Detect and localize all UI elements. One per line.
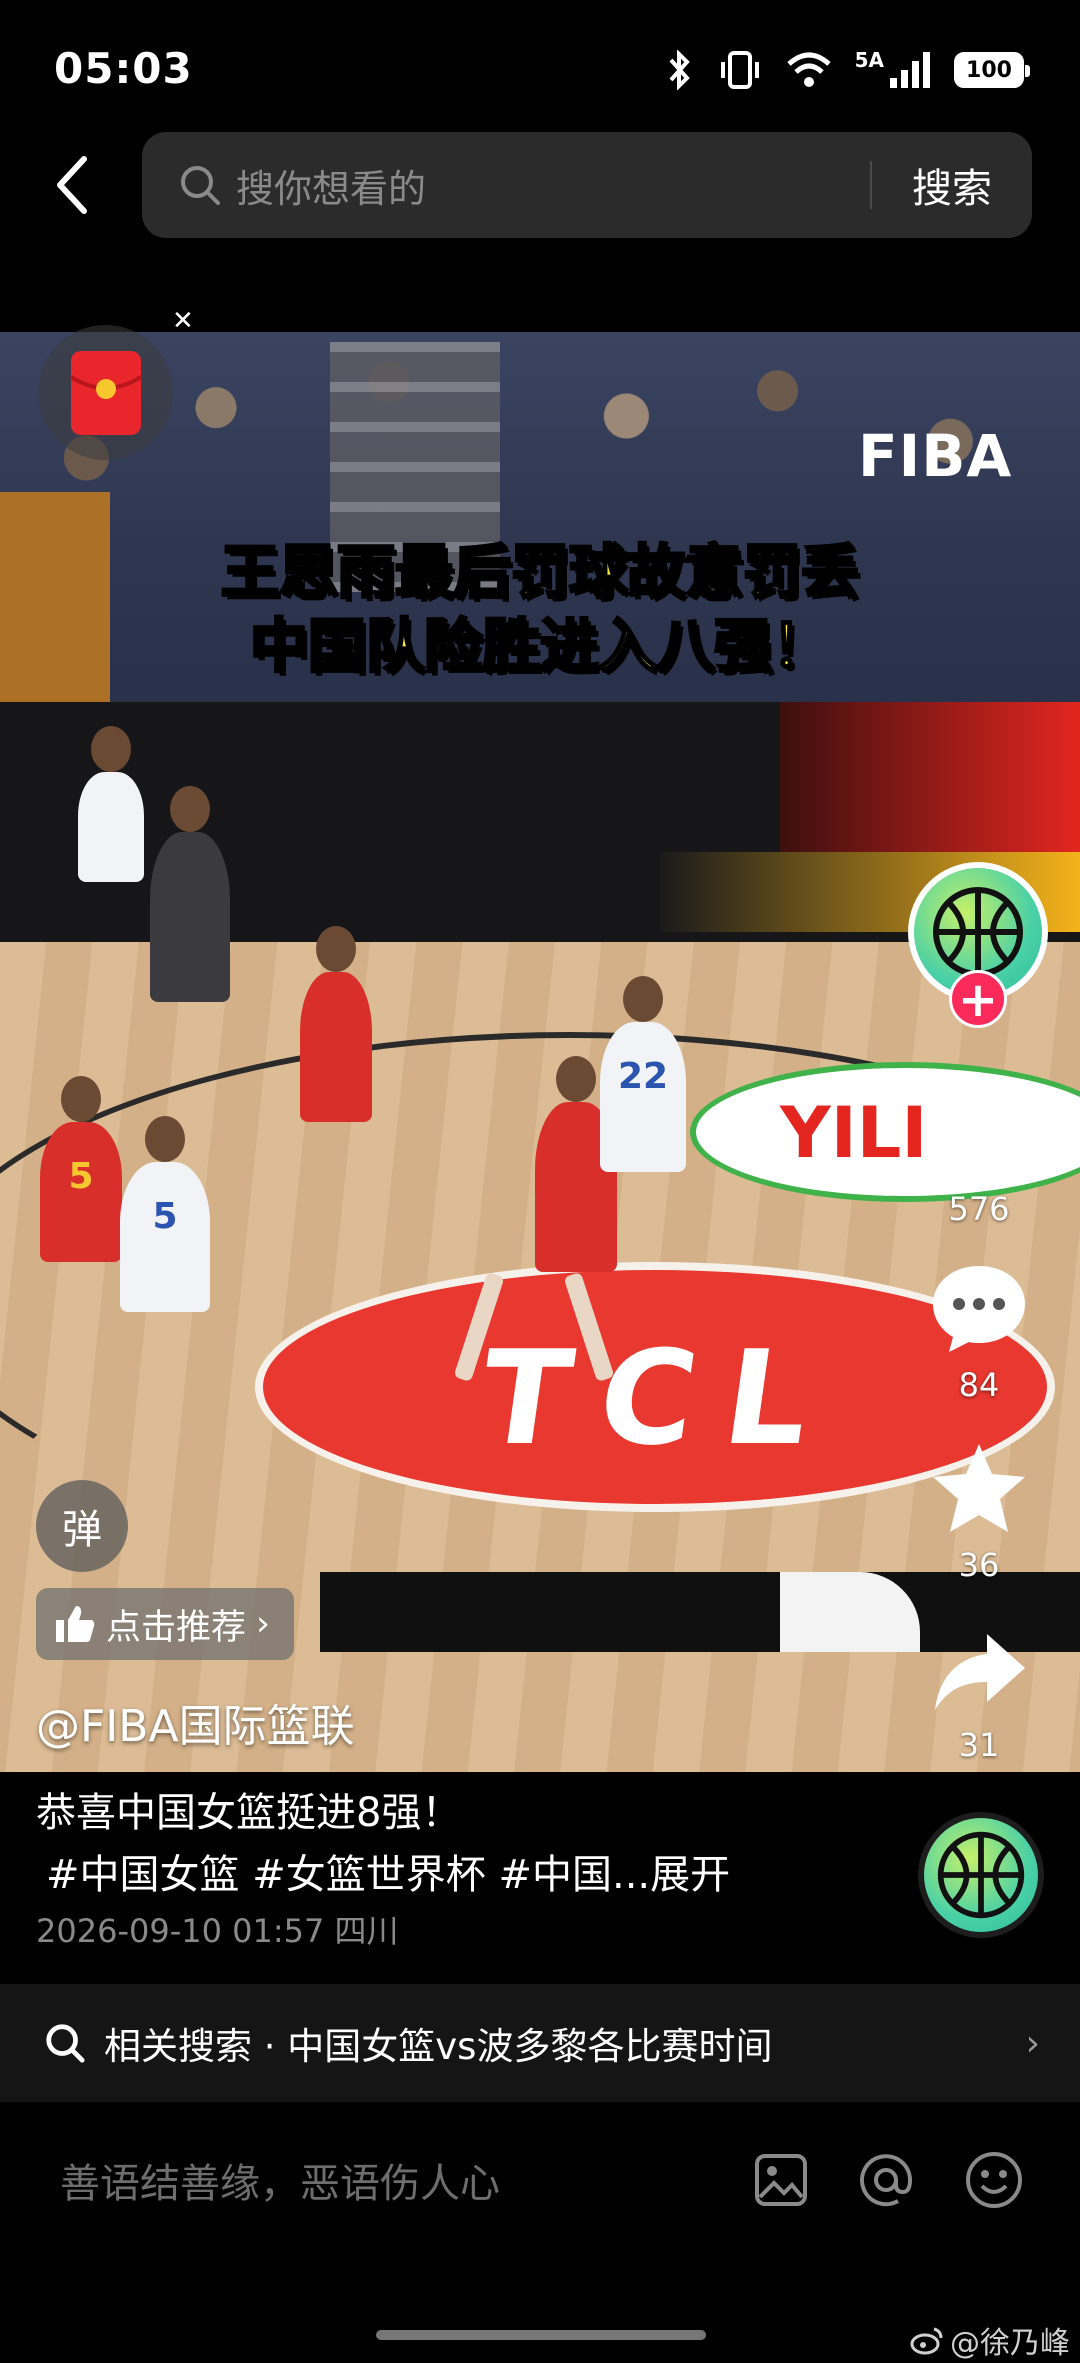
like-count: 576	[948, 1190, 1010, 1228]
player-white-22: 22	[600, 976, 686, 1172]
share-count: 31	[958, 1726, 1000, 1764]
related-search-text[interactable]: 相关搜索 · 中国女篮vs波多黎各比赛时间	[104, 2016, 1026, 2070]
headline-line-1: 王思雨最后罚球故意罚丢	[219, 537, 860, 608]
jersey-number: 22	[617, 1056, 669, 1097]
music-disc[interactable]	[918, 1812, 1044, 1938]
post-tags[interactable]: #中国女篮 #女篮世界杯 #中国...展开	[46, 1842, 730, 1900]
status-bar: 05:03 5A 100	[0, 0, 1080, 130]
red-packet-icon	[69, 350, 142, 435]
center-circle-logo: TCL	[470, 1322, 850, 1474]
player-white-bench	[78, 726, 144, 882]
signal-icon	[890, 52, 930, 88]
post-meta: 2026-09-10 01:57 四川	[36, 1912, 399, 1950]
comment-tools	[754, 2150, 1024, 2210]
red-packet-button[interactable]	[38, 325, 173, 460]
search-icon	[46, 2024, 85, 2063]
fiba-watermark: FIBA	[858, 422, 1013, 490]
search-bar[interactable]: 搜你想看的 搜索	[142, 132, 1032, 238]
post-title: 恭喜中国女篮挺进8强！	[36, 1790, 462, 1836]
image-icon[interactable]	[754, 2153, 808, 2207]
battery-icon: 100	[954, 52, 1030, 88]
comment-button[interactable]: 84	[912, 1260, 1046, 1404]
bottom-ad-white	[780, 1572, 920, 1652]
recommend-label: 点击推荐	[106, 1607, 247, 1648]
comment-input[interactable]: 善语结善缘，恶语伤人心	[60, 2151, 754, 2209]
danmaku-toggle-button[interactable]: 弹	[36, 1480, 128, 1572]
share-icon	[935, 1634, 1025, 1710]
search-input[interactable]: 搜你想看的	[236, 158, 870, 213]
bluetooth-icon	[669, 50, 690, 90]
share-button[interactable]: 31	[912, 1630, 1046, 1764]
recommend-button[interactable]: 点击推荐 ›	[36, 1588, 295, 1660]
at-icon[interactable]	[856, 2150, 916, 2210]
chevron-right-icon: ›	[1025, 2022, 1040, 2064]
status-time: 05:03	[54, 44, 193, 93]
player-white-5: 5	[120, 1116, 210, 1312]
vibrate-icon	[720, 51, 759, 89]
red-packet-close-icon[interactable]: ✕	[172, 306, 194, 336]
jersey-number: 5	[152, 1196, 178, 1237]
comment-icon	[933, 1266, 1025, 1352]
comment-bar[interactable]: 善语结善缘，恶语伤人心	[0, 2120, 1080, 2240]
referee	[150, 786, 230, 1002]
emoji-icon[interactable]	[964, 2150, 1024, 2210]
player-head	[556, 1056, 596, 1102]
basketball-avatar-icon	[937, 1831, 1025, 1919]
player-head	[91, 726, 131, 772]
heart-icon	[933, 1096, 1025, 1174]
favorite-button[interactable]: 36	[912, 1440, 1046, 1584]
network-label: 5A	[854, 48, 884, 72]
related-search-bar[interactable]: 相关搜索 · 中国女篮vs波多黎各比赛时间 ›	[0, 1984, 1080, 2102]
back-arrow-icon	[57, 156, 87, 214]
comment-count: 84	[958, 1366, 1000, 1404]
player-head	[61, 1076, 101, 1122]
search-icon	[181, 166, 220, 205]
player-head	[316, 926, 356, 972]
favorite-count: 36	[958, 1546, 1000, 1584]
chevron-right-icon: ›	[256, 1604, 271, 1644]
jersey-number: 5	[68, 1156, 94, 1197]
wifi-icon	[786, 52, 831, 87]
star-icon	[933, 1444, 1025, 1532]
player-red-1	[300, 926, 372, 1122]
yili-ad-text: YILI	[780, 1092, 928, 1174]
author-name[interactable]: @FIBA国际篮联	[36, 1690, 355, 1754]
battery-level: 100	[966, 57, 1012, 83]
home-indicator[interactable]	[376, 2330, 706, 2340]
weibo-icon	[910, 2327, 943, 2355]
back-button[interactable]	[52, 150, 112, 220]
search-submit-button[interactable]: 搜索	[872, 156, 1032, 214]
expand-button[interactable]: 展开	[650, 1852, 730, 1898]
danmaku-label: 弹	[62, 1507, 102, 1553]
status-icons: 5A 100	[665, 48, 1030, 90]
player-head	[145, 1116, 185, 1162]
thumbs-up-icon	[56, 1606, 95, 1642]
player-red-5-left: 5	[40, 1076, 122, 1262]
ad-red-panel	[780, 702, 1080, 852]
video-headline: 王思雨最后罚球故意罚丢 中国队险胜进入八强！	[0, 537, 1080, 682]
watermark-text: @徐乃峰	[950, 2326, 1070, 2361]
headline-line-2: 中国队险胜进入八强！	[248, 611, 831, 682]
follow-button[interactable]: +	[949, 970, 1007, 1028]
player-head	[623, 976, 663, 1022]
like-button[interactable]: 576	[912, 1090, 1046, 1228]
tag-list[interactable]: #中国女篮 #女篮世界杯 #中国...	[46, 1852, 650, 1898]
player-head	[170, 786, 210, 832]
weibo-watermark: @徐乃峰	[910, 2318, 1070, 2362]
